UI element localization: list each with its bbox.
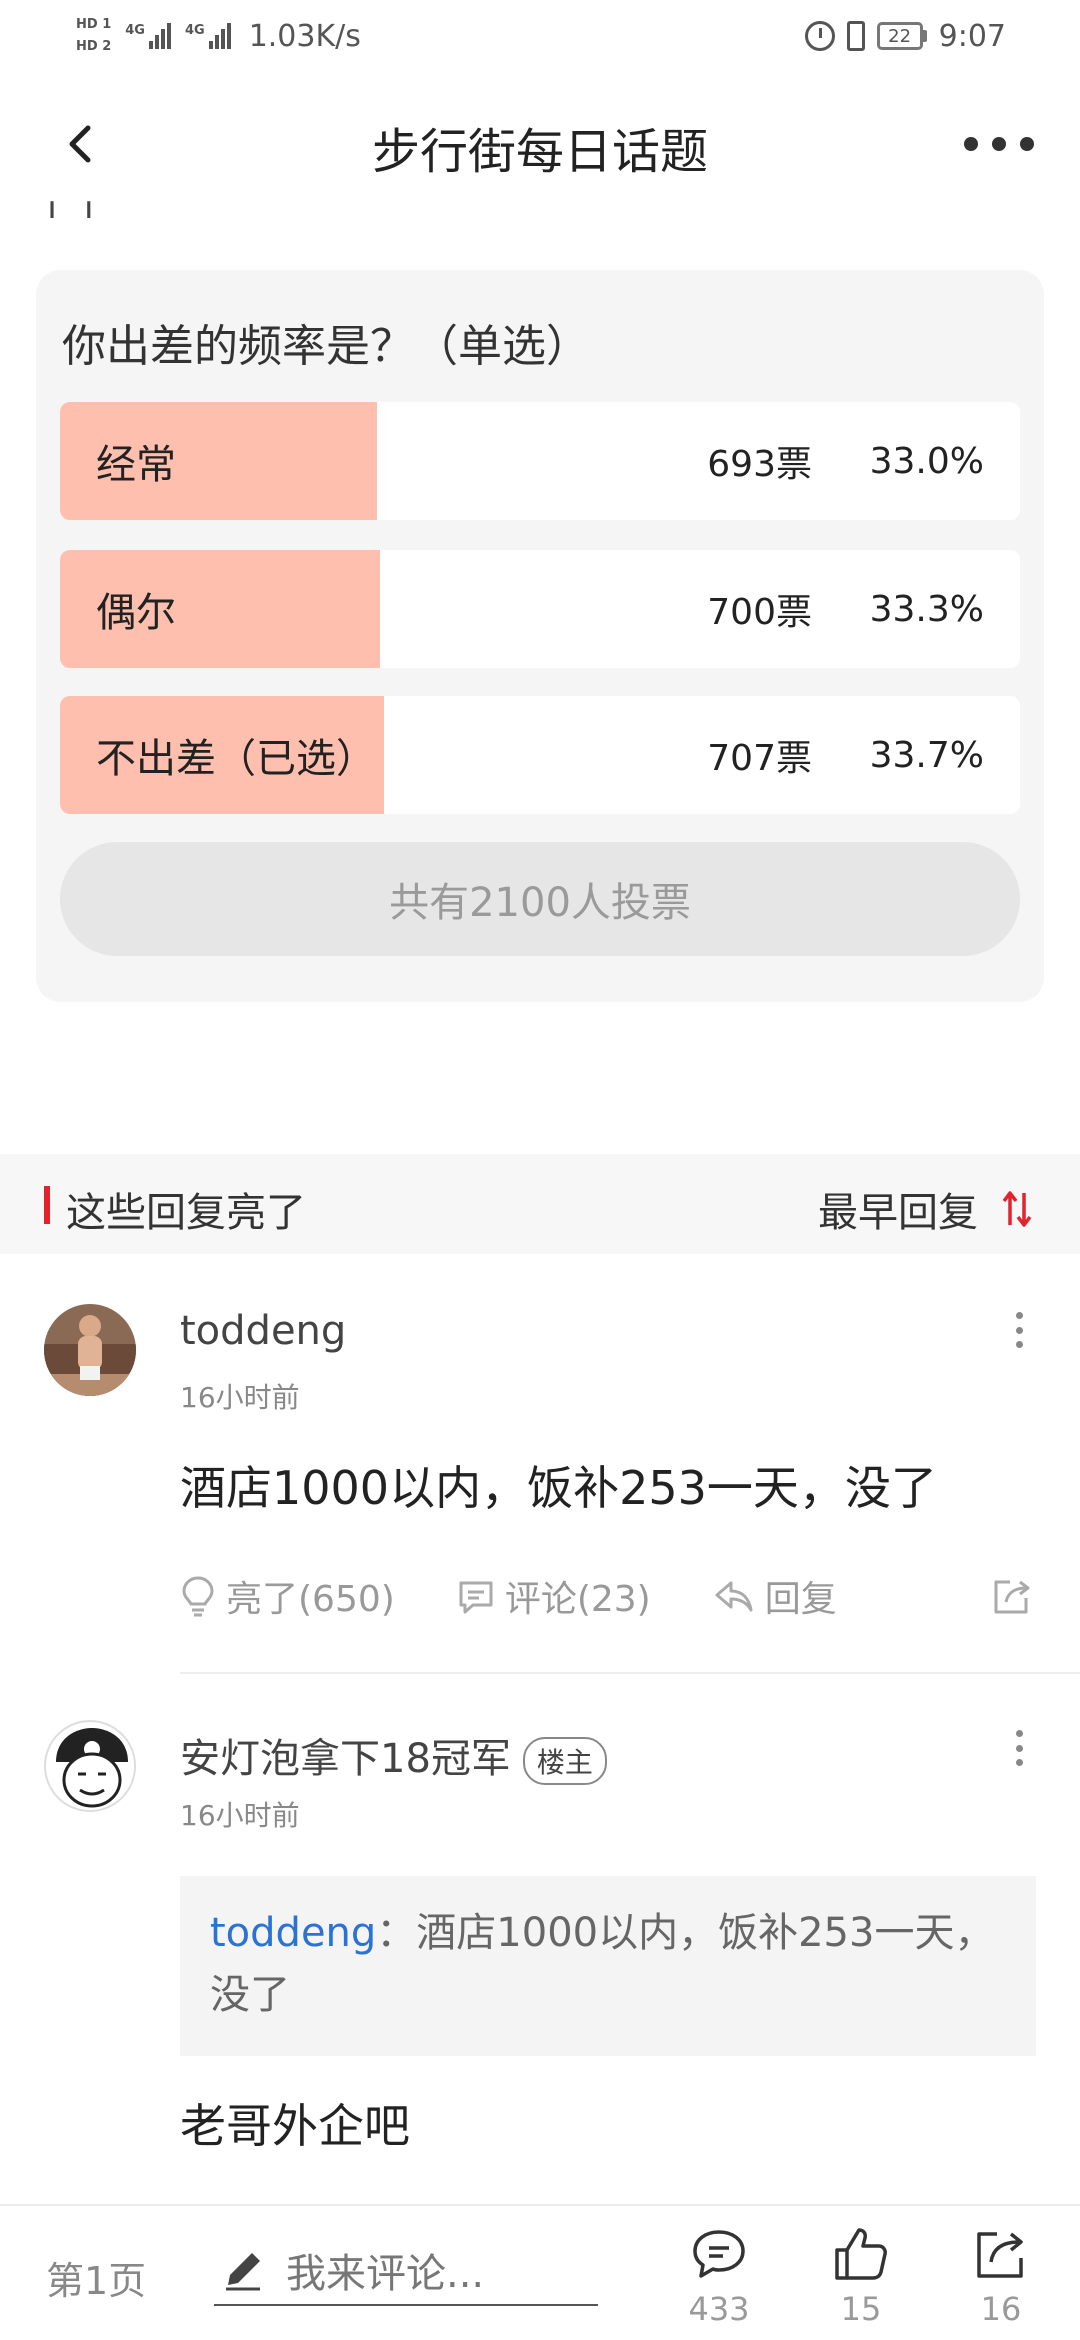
highlight-replies-header: 这些回复亮了 最早回复	[0, 1154, 1080, 1254]
meme-face-avatar-icon	[48, 1724, 134, 1810]
quoted-username[interactable]: toddeng	[210, 1910, 376, 1956]
lightbulb-icon	[182, 1576, 214, 1617]
comment-actions: 亮了(650) 评论(23) 回复	[180, 1566, 1034, 1626]
comment-text: 酒店1000以内，饭补253一天，没了	[180, 1461, 937, 1515]
hd1-label: HD 1	[76, 17, 112, 32]
page-indicator[interactable]: 第1页	[46, 2250, 146, 2305]
poll-option-votes: 707票	[707, 738, 812, 779]
status-left: HD 1 HD 2 4G 4G 1.03K/s	[76, 10, 361, 62]
network-speed: 1.03K/s	[248, 18, 361, 54]
pencil-icon	[226, 2253, 260, 2291]
avatar[interactable]	[44, 1304, 136, 1396]
poll-option-label: 不出差（已选）	[96, 736, 376, 782]
clipped-text-fragment: ╷ ╷ˇ	[40, 198, 121, 218]
sort-arrows-icon	[1002, 1191, 1032, 1227]
poll-question: 你出差的频率是？（单选）	[62, 321, 590, 372]
poll-option[interactable]: 偶尔 700票 33.3%	[60, 550, 1020, 668]
share-icon	[994, 1580, 1030, 1614]
reply-label: 回复	[764, 1579, 837, 1620]
speech-bubble-icon	[459, 1581, 493, 1614]
net1-label: 4G	[125, 23, 145, 38]
comment-item: 安灯泡拿下18冠军 楼主 16小时前 toddeng：酒店1000以内，饭补253…	[0, 1674, 1080, 2204]
sort-toggle[interactable]: 最早回复	[818, 1180, 1034, 1238]
quoted-comment[interactable]: toddeng：酒店1000以内，饭补253一天，没了	[180, 1876, 1036, 2056]
shares-count: 16	[980, 2290, 1022, 2328]
comment-more-icon[interactable]	[1016, 1312, 1024, 1348]
reply-button[interactable]: 回复	[713, 1570, 837, 1622]
poll-option-label: 偶尔	[96, 590, 176, 636]
thumbs-up-icon	[835, 2228, 887, 2280]
poll-option-votes: 700票	[707, 592, 812, 633]
comment-time: 16小时前	[180, 1799, 300, 1832]
poll-total-votes: 共有2100人投票	[60, 842, 1020, 956]
nav-bar: 步行街每日话题	[0, 72, 1080, 216]
reply-count: 评论(23)	[504, 1579, 651, 1620]
comment-time: 16小时前	[180, 1381, 300, 1414]
poll-card: 你出差的频率是？（单选） 经常 693票 33.0% 偶尔 700票 33.3%…	[36, 270, 1044, 1002]
clock: 9:07	[938, 18, 1006, 54]
alarm-icon	[804, 21, 835, 51]
like-count: 亮了(650)	[226, 1579, 395, 1620]
comment-bubble-icon	[693, 2230, 745, 2278]
status-bar: HD 1 HD 2 4G 4G 1.03K/s 22 9:07	[0, 0, 1080, 72]
comment-input[interactable]: 我来评论...	[214, 2236, 598, 2306]
poll-option-percent: 33.3%	[869, 588, 984, 630]
op-badge: 楼主	[522, 1737, 607, 1785]
page-title: 步行街每日话题	[371, 124, 708, 180]
hd-indicator: HD 1 HD 2	[76, 14, 111, 58]
comments-button[interactable]: 433	[674, 2224, 764, 2334]
poll-option[interactable]: 经常 693票 33.0%	[60, 402, 1020, 520]
poll-option-label: 经常	[96, 442, 176, 488]
share-icon	[977, 2232, 1023, 2278]
share-post-button[interactable]: 16	[956, 2224, 1046, 2334]
reply-arrow-icon	[715, 1581, 753, 1612]
battery-level: 22	[876, 22, 923, 50]
comment-count-button[interactable]: 评论(23)	[457, 1570, 651, 1622]
comment-text: 老哥外企吧	[180, 2099, 410, 2153]
comment-item: toddeng 16小时前 酒店1000以内，饭补253一天，没了 亮了(650…	[0, 1254, 1080, 1674]
share-button[interactable]	[990, 1574, 1034, 1618]
battery-icon: 22	[876, 22, 927, 50]
comment-input-placeholder: 我来评论...	[286, 2251, 485, 2297]
poll-option-percent: 33.7%	[869, 734, 984, 776]
comment-username[interactable]: 安灯泡拿下18冠军	[180, 1736, 511, 1782]
like-button[interactable]: 亮了(650)	[180, 1570, 395, 1622]
section-title: 这些回复亮了	[66, 1190, 306, 1236]
avatar-photo-icon	[44, 1304, 136, 1396]
sort-label: 最早回复	[818, 1190, 978, 1236]
section-accent-bar	[44, 1186, 50, 1224]
comment-more-icon[interactable]	[1016, 1730, 1024, 1766]
more-dots-icon[interactable]	[964, 132, 1034, 156]
bottom-bar: 第1页 我来评论... 433 15 16	[0, 2204, 1080, 2340]
signal-2-icon: 4G	[185, 23, 231, 49]
avatar[interactable]	[44, 1720, 136, 1812]
status-right: 22 9:07	[804, 14, 1006, 58]
comment-username-row: 安灯泡拿下18冠军 楼主	[180, 1726, 607, 1785]
vibrate-icon	[846, 21, 865, 51]
comment-username[interactable]: toddeng	[180, 1308, 346, 1354]
comments-count: 433	[688, 2290, 750, 2328]
net2-label: 4G	[184, 23, 205, 38]
poll-option-percent: 33.0%	[869, 440, 984, 482]
poll-option-selected[interactable]: 不出差（已选） 707票 33.7%	[60, 696, 1020, 814]
signal-1-icon: 4G	[125, 23, 171, 49]
likes-count: 15	[840, 2290, 882, 2328]
hd2-label: HD 2	[76, 39, 112, 54]
like-post-button[interactable]: 15	[816, 2224, 906, 2334]
poll-option-votes: 693票	[707, 444, 812, 485]
